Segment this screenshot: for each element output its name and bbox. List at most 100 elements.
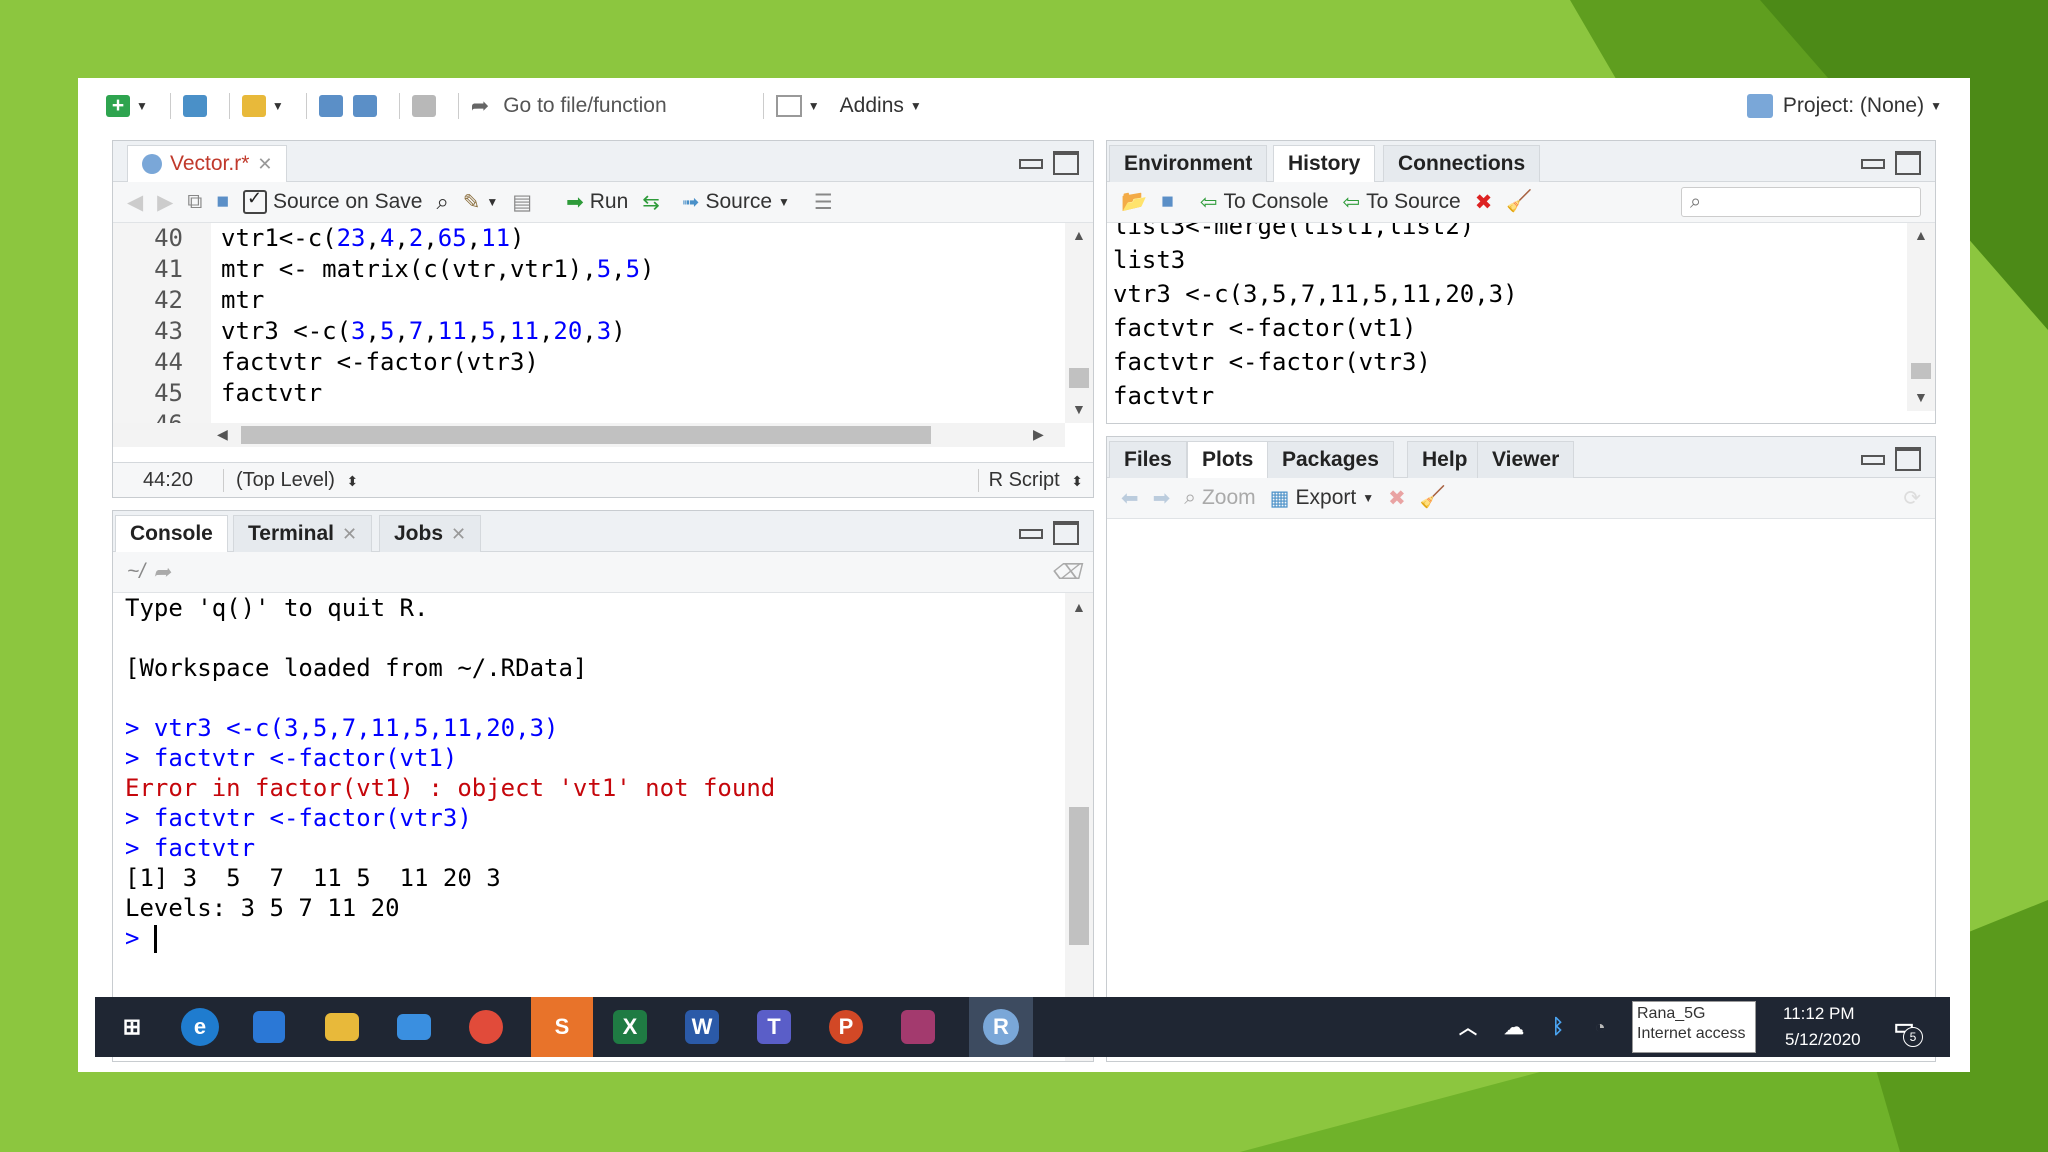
- forward-arrow-icon[interactable]: ▶: [157, 190, 173, 215]
- console-output[interactable]: Type 'q()' to quit R. [Workspace loaded f…: [113, 593, 1065, 1061]
- scroll-up-icon[interactable]: ▲: [1072, 227, 1086, 243]
- maximize-icon[interactable]: [1895, 447, 1921, 471]
- history-vscrollbar[interactable]: ▲ ▼: [1907, 223, 1935, 411]
- history-entry[interactable]: factvtr <-factor(vt1): [1113, 311, 1907, 345]
- to-console-button[interactable]: ⇦ To Console: [1200, 190, 1329, 215]
- compile-report-icon[interactable]: ▤: [512, 190, 532, 215]
- onedrive-icon[interactable]: ☁: [1491, 1005, 1537, 1049]
- remove-plot-icon[interactable]: ✖: [1388, 486, 1406, 511]
- tab-packages[interactable]: Packages: [1267, 441, 1394, 478]
- tab-connections[interactable]: Connections: [1383, 145, 1541, 182]
- windows-start-icon[interactable]: ⊞: [109, 1005, 155, 1049]
- history-entry[interactable]: list3: [1113, 243, 1907, 277]
- scroll-thumb[interactable]: [1069, 807, 1089, 945]
- goto-file-input[interactable]: ➦ Go to file/function: [471, 91, 751, 121]
- scroll-down-icon[interactable]: ▼: [1914, 389, 1928, 405]
- history-entry[interactable]: vtr3 <-c(3,5,7,11,5,11,20,3): [1113, 277, 1907, 311]
- new-project-button[interactable]: [182, 95, 207, 117]
- rerun-icon[interactable]: ⇆: [642, 190, 660, 215]
- search-icon[interactable]: ⌕: [436, 189, 448, 215]
- clock-date[interactable]: 5/12/2020: [1785, 1029, 1861, 1051]
- open-file-button[interactable]: ▼: [241, 95, 284, 117]
- minimize-icon[interactable]: [1019, 521, 1043, 541]
- scroll-up-icon[interactable]: ▲: [1072, 599, 1086, 615]
- excel-icon[interactable]: X: [613, 1010, 647, 1044]
- maximize-icon[interactable]: [1895, 151, 1921, 175]
- layout-button[interactable]: ▼: [775, 95, 820, 117]
- scroll-right-icon[interactable]: ▶: [1033, 426, 1044, 443]
- load-history-icon[interactable]: 📂: [1121, 190, 1147, 214]
- outline-icon[interactable]: ☰: [814, 190, 833, 215]
- source-on-save-checkbox[interactable]: Source on Save: [243, 188, 422, 214]
- tab-environment[interactable]: Environment: [1109, 145, 1268, 182]
- save-icon[interactable]: ■: [1161, 190, 1174, 214]
- magic-wand-icon[interactable]: ✎ ▼: [463, 190, 499, 215]
- clock-time[interactable]: 11:12 PM: [1783, 1003, 1855, 1025]
- maximize-icon[interactable]: [1053, 521, 1079, 545]
- go-to-dir-icon[interactable]: ➦: [153, 560, 171, 585]
- forward-arrow-icon[interactable]: ➡: [1153, 486, 1171, 511]
- tab-vector-r[interactable]: Vector.r* ✕: [127, 145, 288, 182]
- tab-plots[interactable]: Plots: [1187, 441, 1269, 478]
- tab-console[interactable]: Console: [115, 515, 228, 552]
- maximize-icon[interactable]: [1053, 151, 1079, 175]
- scope-selector[interactable]: (Top Level) ⬍: [236, 469, 358, 492]
- tab-help[interactable]: Help: [1407, 441, 1483, 478]
- clear-console-icon[interactable]: ⌫: [1051, 560, 1081, 585]
- bluetooth-icon[interactable]: ᛒ: [1535, 1005, 1581, 1049]
- broom-icon[interactable]: 🧹: [1420, 486, 1446, 510]
- mail-icon[interactable]: [397, 1014, 431, 1040]
- editor-vscrollbar[interactable]: ▲ ▼: [1065, 223, 1093, 423]
- back-arrow-icon[interactable]: ◀: [127, 190, 143, 215]
- code-editor[interactable]: 40 vtr1<-c(23,4,2,65,11) 41 mtr <- matrix(c…: [113, 223, 1065, 423]
- history-entry[interactable]: factvtr <-factor(vtr3): [1113, 345, 1907, 379]
- run-button[interactable]: ➡ Run: [566, 190, 628, 215]
- editor-hscrollbar[interactable]: ◀ ▶: [113, 423, 1065, 447]
- scroll-thumb[interactable]: [1911, 363, 1931, 379]
- console-prompt[interactable]: >: [125, 923, 1065, 953]
- code-line[interactable]: 46: [113, 409, 1065, 423]
- minimize-icon[interactable]: [1861, 447, 1885, 467]
- code-line[interactable]: 45 factvtr: [113, 378, 1065, 409]
- scroll-left-icon[interactable]: ◀: [217, 426, 228, 443]
- code-line[interactable]: 43 vtr3 <-c(3,5,7,11,5,11,20,3): [113, 316, 1065, 347]
- project-menu[interactable]: Project: (None) ▼: [1746, 88, 1942, 124]
- file-explorer-icon[interactable]: [325, 1013, 359, 1041]
- show-in-window-icon[interactable]: ⧉: [187, 190, 202, 214]
- code-line[interactable]: 44 factvtr <-factor(vtr3): [113, 347, 1065, 378]
- history-search-input[interactable]: ⌕: [1681, 187, 1921, 217]
- minimize-icon[interactable]: [1861, 151, 1885, 171]
- close-icon[interactable]: ✕: [342, 524, 357, 545]
- scroll-down-icon[interactable]: ▼: [1072, 401, 1086, 417]
- edge-icon[interactable]: e: [181, 1008, 219, 1046]
- rstudio-taskbar-icon[interactable]: R: [969, 997, 1033, 1057]
- tab-viewer[interactable]: Viewer: [1477, 441, 1575, 478]
- save-icon[interactable]: ■: [216, 190, 229, 214]
- history-list[interactable]: list3<-merge(list1,list2) list3 vtr3 <-c(3…: [1113, 223, 1907, 411]
- tab-files[interactable]: Files: [1109, 441, 1187, 478]
- chevron-up-icon[interactable]: ︿: [1445, 1005, 1491, 1049]
- history-entry[interactable]: list3<-merge(list1,list2): [1113, 223, 1907, 243]
- new-file-button[interactable]: + ▼: [106, 95, 148, 117]
- zoom-button[interactable]: ⌕ Zoom: [1184, 486, 1255, 510]
- file-type-selector[interactable]: R Script ⬍: [977, 468, 1083, 492]
- addins-menu[interactable]: Addins ▼: [840, 94, 922, 118]
- teams-icon[interactable]: T: [757, 1010, 791, 1044]
- scroll-thumb[interactable]: [1069, 368, 1089, 388]
- to-source-button[interactable]: ⇦ To Source: [1343, 190, 1461, 215]
- code-line[interactable]: 40 vtr1<-c(23,4,2,65,11): [113, 223, 1065, 254]
- wifi-icon[interactable]: ◔: [1577, 1005, 1623, 1049]
- broom-icon[interactable]: 🧹: [1506, 190, 1532, 214]
- store-icon[interactable]: [253, 1011, 285, 1043]
- save-button[interactable]: [318, 95, 343, 117]
- save-all-button[interactable]: [352, 95, 377, 117]
- scroll-thumb[interactable]: [241, 426, 931, 444]
- refresh-icon[interactable]: ⟳: [1903, 486, 1921, 511]
- console-vscrollbar[interactable]: ▲ ▼: [1065, 593, 1093, 1061]
- minimize-icon[interactable]: [1019, 151, 1043, 171]
- winrar-icon[interactable]: [901, 1010, 935, 1044]
- remove-entry-icon[interactable]: ✖: [1475, 190, 1493, 215]
- close-icon[interactable]: ✕: [257, 154, 272, 175]
- skype-icon[interactable]: S: [531, 997, 593, 1057]
- back-arrow-icon[interactable]: ⬅: [1121, 486, 1139, 511]
